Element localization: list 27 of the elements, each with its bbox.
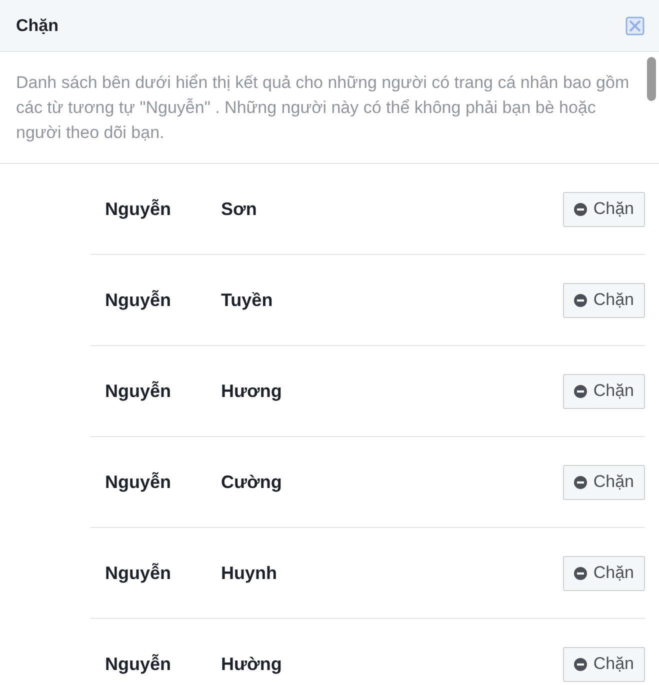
given-name: Hương — [221, 380, 282, 402]
block-icon — [574, 294, 588, 306]
block-button[interactable]: Chặn — [563, 464, 645, 500]
family-name: Nguyễn — [105, 380, 172, 402]
family-name: Nguyễn — [105, 562, 172, 584]
close-icon[interactable] — [625, 16, 645, 36]
given-name: Hường — [221, 654, 282, 674]
given-name: Tuyền — [221, 290, 273, 310]
block-button[interactable]: Chặn — [563, 192, 645, 226]
block-button[interactable]: Chặn — [563, 556, 645, 590]
block-icon — [574, 476, 588, 488]
family-name: Nguyễn — [105, 654, 172, 674]
block-button[interactable]: Chặn — [563, 646, 645, 682]
family-name: Nguyễn — [105, 472, 172, 492]
dialog-title: Chặn — [16, 16, 58, 36]
block-icon — [574, 658, 588, 670]
family-name: Nguyễn — [105, 198, 172, 220]
family-name: Nguyễn — [105, 290, 172, 310]
block-icon — [574, 384, 588, 398]
scrollbar[interactable] — [647, 57, 656, 101]
block-button[interactable]: Chặn — [563, 374, 645, 408]
block-icon — [574, 202, 588, 216]
given-name: Sơn — [221, 198, 257, 220]
given-name: Cường — [221, 472, 282, 492]
block-icon — [574, 566, 588, 580]
given-name: Huynh — [221, 562, 278, 584]
block-button[interactable]: Chặn — [563, 282, 645, 318]
